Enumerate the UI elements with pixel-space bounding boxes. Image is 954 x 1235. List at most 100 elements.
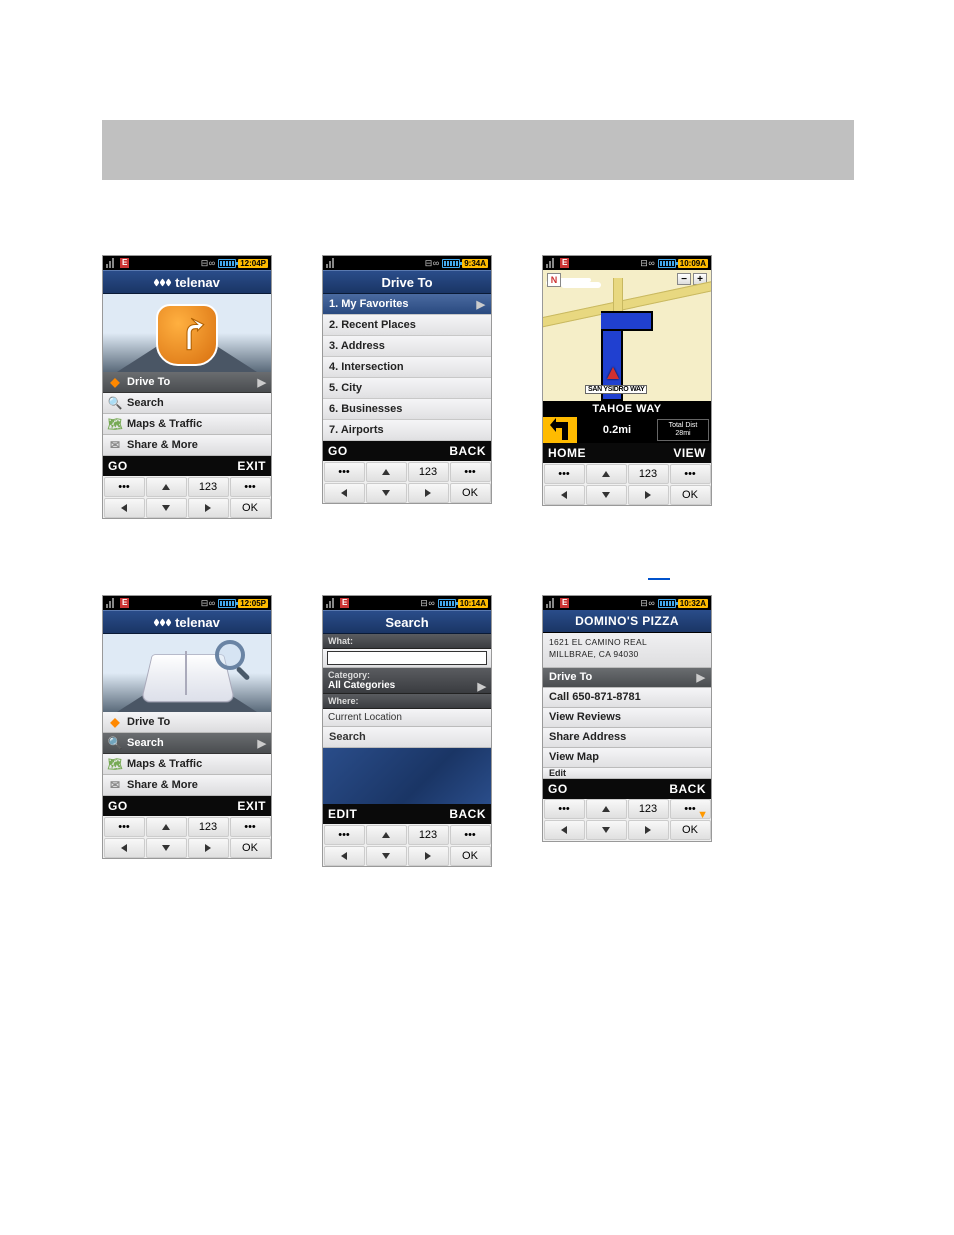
list-item-intersection[interactable]: 4. Intersection — [323, 357, 491, 378]
key-menu-left[interactable]: ••• — [104, 817, 145, 837]
softkey-bar: HOME VIEW — [543, 443, 711, 463]
biz-call[interactable]: Call 650-871-8781 — [543, 688, 711, 708]
key-right[interactable] — [408, 846, 449, 866]
key-ok[interactable]: OK — [450, 846, 491, 866]
key-right[interactable] — [628, 820, 669, 840]
key-123[interactable]: 123 — [408, 825, 449, 845]
softkey-left[interactable]: GO — [548, 782, 568, 796]
label-category[interactable]: Category:All Categories▶ — [323, 668, 491, 694]
biz-map[interactable]: View Map — [543, 748, 711, 768]
list-item-address[interactable]: 3. Address — [323, 336, 491, 357]
scroll-down-icon[interactable]: ▼ — [697, 809, 708, 821]
key-ok[interactable]: OK — [670, 820, 711, 840]
zoom-out-button[interactable]: − — [677, 273, 691, 285]
softkey-left[interactable]: HOME — [548, 446, 586, 460]
field-where[interactable]: Current Location — [323, 709, 491, 727]
key-up[interactable] — [586, 464, 627, 484]
menu-drive-to[interactable]: ◆Drive To▶ — [103, 372, 271, 393]
softkey-left[interactable]: GO — [108, 459, 128, 473]
biz-reviews[interactable]: View Reviews — [543, 708, 711, 728]
softkey-left[interactable]: GO — [328, 444, 348, 458]
maps-icon: 🗺 — [108, 417, 122, 431]
key-ok[interactable]: OK — [670, 485, 711, 505]
key-down[interactable] — [586, 820, 627, 840]
hero-driveto — [103, 294, 271, 372]
menu-maps[interactable]: 🗺Maps & Traffic — [103, 414, 271, 435]
list-item-businesses[interactable]: 6. Businesses — [323, 399, 491, 420]
keypad: ••• 123 ••• OK — [103, 816, 271, 858]
menu-drive-to[interactable]: ◆Drive To — [103, 712, 271, 733]
key-123[interactable]: 123 — [188, 817, 229, 837]
key-123[interactable]: 123 — [188, 477, 229, 497]
key-ok[interactable]: OK — [230, 838, 271, 858]
key-menu-left[interactable]: ••• — [544, 799, 585, 819]
softkey-right[interactable]: EXIT — [237, 459, 266, 473]
softkey-left[interactable]: EDIT — [328, 807, 357, 821]
label-where[interactable]: Where: — [323, 694, 491, 709]
key-up[interactable] — [366, 462, 407, 482]
key-123[interactable]: 123 — [628, 799, 669, 819]
key-up[interactable] — [586, 799, 627, 819]
softkey-bar: GO EXIT — [103, 456, 271, 476]
key-123[interactable]: 123 — [628, 464, 669, 484]
key-left[interactable] — [324, 483, 365, 503]
softkey-right[interactable]: BACK — [669, 782, 706, 796]
field-what[interactable] — [323, 649, 491, 668]
key-menu-left[interactable]: ••• — [324, 462, 365, 482]
key-menu-left[interactable]: ••• — [324, 825, 365, 845]
key-up[interactable] — [366, 825, 407, 845]
key-down[interactable] — [146, 498, 187, 518]
menu-search[interactable]: 🔍Search▶ — [103, 733, 271, 754]
list-item-airports[interactable]: 7. Airports — [323, 420, 491, 441]
business-name: DOMINO'S PIZZA — [543, 610, 711, 633]
key-ok[interactable]: OK — [230, 498, 271, 518]
menu-maps[interactable]: 🗺Maps & Traffic — [103, 754, 271, 775]
key-down[interactable] — [586, 485, 627, 505]
biz-drive-to[interactable]: Drive To▶ — [543, 668, 711, 688]
key-right[interactable] — [628, 485, 669, 505]
list-item-recent[interactable]: 2. Recent Places — [323, 315, 491, 336]
key-menu-left[interactable]: ••• — [544, 464, 585, 484]
softkey-right[interactable]: BACK — [449, 444, 486, 458]
network-e-icon: E — [120, 258, 129, 268]
key-123[interactable]: 123 — [408, 462, 449, 482]
key-right[interactable] — [188, 498, 229, 518]
biz-more-cut[interactable]: Edit — [543, 768, 711, 779]
key-left[interactable] — [104, 498, 145, 518]
key-ok[interactable]: OK — [450, 483, 491, 503]
hyperlink-stub[interactable] — [648, 567, 670, 585]
key-right[interactable] — [188, 838, 229, 858]
list-item-city[interactable]: 5. City — [323, 378, 491, 399]
key-left[interactable] — [104, 838, 145, 858]
key-down[interactable] — [146, 838, 187, 858]
softkey-right[interactable]: VIEW — [673, 446, 706, 460]
softkey-right[interactable]: BACK — [449, 807, 486, 821]
map-canvas[interactable]: N − + SAN YSIDRO WAY — [543, 270, 711, 401]
compass-north-icon[interactable]: N — [547, 273, 561, 287]
menu-share[interactable]: ✉Share & More — [103, 775, 271, 796]
key-up[interactable] — [146, 817, 187, 837]
key-down[interactable] — [366, 483, 407, 503]
softkey-right[interactable]: EXIT — [237, 799, 266, 813]
list-item-favorites[interactable]: 1. My Favorites▶ — [323, 294, 491, 315]
menu-share[interactable]: ✉Share & More — [103, 435, 271, 456]
key-right[interactable] — [408, 483, 449, 503]
keypad: ••• 123 ••• OK — [323, 824, 491, 866]
softkey-left[interactable]: GO — [108, 799, 128, 813]
search-button[interactable]: Search — [323, 727, 491, 748]
key-down[interactable] — [366, 846, 407, 866]
key-left[interactable] — [544, 485, 585, 505]
battery-icon — [442, 259, 460, 268]
key-menu-right[interactable]: ••• — [450, 462, 491, 482]
key-menu-right[interactable]: ••• — [670, 464, 711, 484]
key-menu-right[interactable]: ••• — [450, 825, 491, 845]
biz-share[interactable]: Share Address — [543, 728, 711, 748]
key-left[interactable] — [324, 846, 365, 866]
key-menu-right[interactable]: ••• — [230, 817, 271, 837]
key-up[interactable] — [146, 477, 187, 497]
key-left[interactable] — [544, 820, 585, 840]
what-input[interactable] — [327, 651, 487, 665]
key-menu-right[interactable]: ••• — [230, 477, 271, 497]
key-menu-left[interactable]: ••• — [104, 477, 145, 497]
menu-search[interactable]: 🔍Search — [103, 393, 271, 414]
